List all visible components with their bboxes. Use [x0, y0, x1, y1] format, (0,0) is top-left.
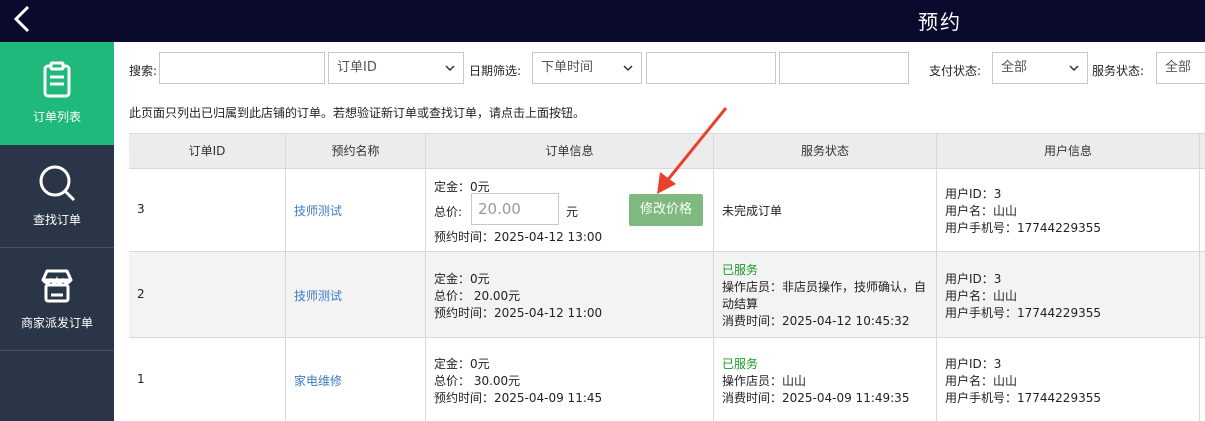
user-name: 用户名：山山 [945, 289, 1018, 303]
order-id: 3 [137, 202, 145, 216]
store-icon [37, 266, 77, 306]
column-header-overflow [1200, 134, 1205, 169]
order-id: 1 [137, 372, 145, 386]
operator-text: 操作店员：山山 [722, 374, 807, 388]
user-id: 用户ID：3 [945, 187, 1002, 201]
total-unit: 元 [566, 205, 579, 219]
search-input[interactable] [159, 52, 325, 84]
booking-time: 预约时间：2025-04-09 11:45 [434, 391, 603, 405]
user-info-cell: 用户ID：3 用户名：山山 用户手机号：17744229355 [937, 169, 1200, 251]
sidebar-item-label: 商家派发订单 [20, 316, 93, 330]
order-id: 2 [137, 287, 145, 301]
booking-time: 预约时间：2025-04-12 13:00 [434, 230, 603, 244]
payment-status-label: 支付状态: [929, 64, 982, 78]
column-header: 订单信息 [426, 134, 714, 169]
user-phone: 用户手机号：17744229355 [945, 306, 1101, 320]
back-icon[interactable] [8, 4, 38, 34]
service-status-cell: 未完成订单 [714, 169, 937, 251]
sidebar-item-dispatch-order[interactable]: 商家派发订单 [0, 248, 114, 351]
overflow-cell [1200, 252, 1205, 337]
search-label: 搜索: [129, 64, 158, 78]
order-id-cell: 2 [129, 252, 286, 337]
column-header: 订单ID [129, 134, 286, 169]
service-status-label: 服务状态: [1092, 64, 1145, 78]
chevron-down-icon [1069, 65, 1079, 72]
total-price-input[interactable]: 20.00 [471, 193, 559, 225]
column-header: 服务状态 [714, 134, 937, 169]
date-type-select[interactable]: 下单时间 [532, 52, 642, 84]
deposit-text: 定金：0元 [434, 357, 490, 371]
total-text: 总价： 30.00元 [434, 374, 521, 388]
modify-price-button[interactable]: 修改价格 [629, 194, 703, 226]
date-type-value: 下单时间 [541, 60, 594, 75]
user-id: 用户ID：3 [945, 272, 1002, 286]
sidebar-item-order-list[interactable]: 订单列表 [0, 42, 114, 145]
user-info-cell: 用户ID：3 用户名：山山 用户手机号：17744229355 [937, 252, 1200, 337]
service-status-select[interactable]: 全部 [1156, 52, 1205, 84]
order-id-cell: 1 [129, 338, 286, 421]
user-phone: 用户手机号：17744229355 [945, 391, 1101, 405]
table-row: 1 家电维修 定金：0元 总价： 30.00元 预约时间：2025-04-09 … [129, 338, 1205, 421]
service-status-cell: 已服务 操作店员：山山 消费时间：2025-04-09 11:49:35 [714, 338, 937, 421]
main-content: 搜索: 订单ID 日期筛选: 下单时间 支付状态: 全部 服务状态: 全部 此页… [114, 42, 1205, 421]
sidebar-item-label: 订单列表 [32, 110, 81, 124]
overflow-cell [1200, 338, 1205, 421]
booking-time: 预约时间：2025-04-12 11:00 [434, 306, 603, 320]
sidebar: 订单列表 查找订单 商家派发订单 [0, 42, 114, 421]
chevron-down-icon [623, 65, 633, 72]
notice-text: 此页面只列出已归属到此店铺的订单。若想验证新订单或查找订单，请点击上面按钮。 [129, 106, 586, 120]
order-info-cell: 定金：0元 总价： 20.00元 预约时间：2025-04-12 11:00 [426, 252, 714, 337]
order-info-cell: 定金：0元 总价： 30.00元 预约时间：2025-04-09 11:45 [426, 338, 714, 421]
column-header: 预约名称 [286, 134, 426, 169]
booking-name-cell: 技师测试 [286, 169, 426, 251]
orders-table: 订单ID 预约名称 订单信息 服务状态 用户信息 3 技师测试 定金：0元 总价… [129, 133, 1205, 421]
booking-name-link[interactable]: 家电维修 [294, 372, 342, 389]
search-field-value: 订单ID [337, 60, 377, 75]
service-status-value: 全部 [1165, 60, 1192, 75]
top-bar: 预约 [0, 0, 1205, 42]
table-row: 3 技师测试 定金：0元 总价: 20.00 元 预约时间：2025-04-12… [129, 169, 1205, 252]
user-name: 用户名：山山 [945, 204, 1018, 218]
operator-text-cont: 动结算 [722, 297, 759, 311]
booking-name-cell: 家电维修 [286, 338, 426, 421]
column-header: 用户信息 [937, 134, 1200, 169]
user-name: 用户名：山山 [945, 374, 1018, 388]
table-row: 2 技师测试 定金：0元 总价： 20.00元 预约时间：2025-04-12 … [129, 252, 1205, 338]
search-icon [37, 163, 77, 203]
total-label: 总价: [434, 205, 463, 219]
payment-status-value: 全部 [1001, 60, 1028, 75]
date-filter-label: 日期筛选: [469, 64, 522, 78]
overflow-cell [1200, 169, 1205, 251]
page-title: 预约 [918, 10, 962, 34]
consume-time: 消费时间：2025-04-12 10:45:32 [722, 314, 910, 328]
order-id-cell: 3 [129, 169, 286, 251]
sidebar-item-label: 查找订单 [32, 213, 81, 227]
user-info-cell: 用户ID：3 用户名：山山 用户手机号：17744229355 [937, 338, 1200, 421]
clipboard-icon [37, 60, 77, 100]
service-status-text: 未完成订单 [722, 204, 783, 218]
order-info-cell: 定金：0元 总价: 20.00 元 预约时间：2025-04-12 13:00 … [426, 169, 714, 251]
total-text: 总价： 20.00元 [434, 289, 521, 303]
consume-time: 消费时间：2025-04-09 11:49:35 [722, 391, 910, 405]
payment-status-select[interactable]: 全部 [992, 52, 1088, 84]
date-to-input[interactable] [779, 52, 909, 84]
operator-text: 操作店员：非店员操作，技师确认，自 [722, 280, 927, 294]
search-field-select[interactable]: 订单ID [328, 52, 464, 84]
service-status-cell: 已服务 操作店员：非店员操作，技师确认，自 动结算 消费时间：2025-04-1… [714, 252, 937, 337]
chevron-down-icon [445, 65, 455, 72]
sidebar-item-find-order[interactable]: 查找订单 [0, 145, 114, 248]
service-status-text: 已服务 [722, 263, 759, 277]
service-status-text: 已服务 [722, 357, 759, 371]
user-phone: 用户手机号：17744229355 [945, 221, 1101, 235]
booking-name-link[interactable]: 技师测试 [294, 202, 342, 219]
user-id: 用户ID：3 [945, 357, 1002, 371]
date-from-input[interactable] [646, 52, 776, 84]
booking-name-cell: 技师测试 [286, 252, 426, 337]
deposit-text: 定金：0元 [434, 272, 490, 286]
booking-name-link[interactable]: 技师测试 [294, 287, 342, 304]
